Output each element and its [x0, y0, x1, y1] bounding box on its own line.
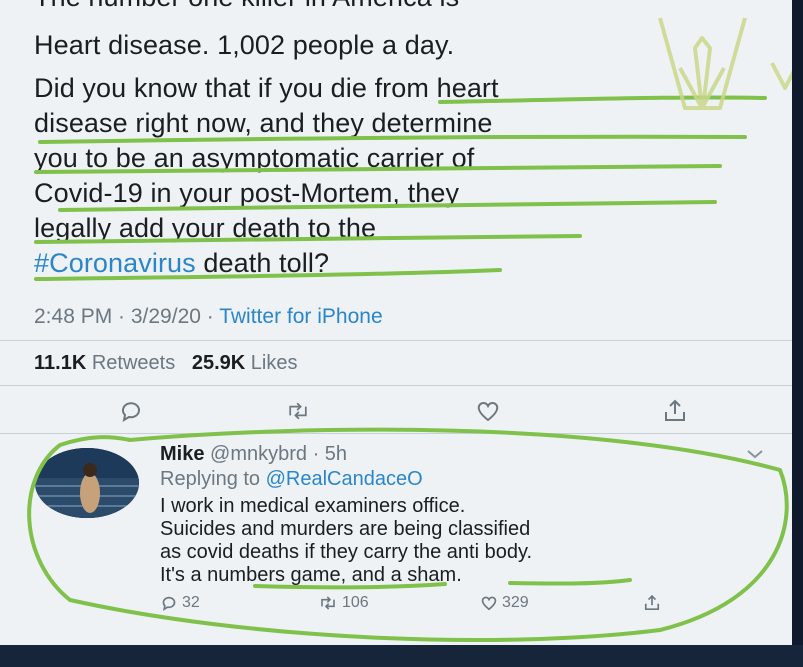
reply-icon [162, 596, 176, 611]
like-icon[interactable] [475, 398, 501, 424]
window-edge [792, 0, 803, 667]
reply-text-line-4: It's a numbers game, and a sham. [160, 564, 462, 586]
reply-share-action[interactable] [643, 594, 661, 612]
reply-text-line-3: as covid deaths if they carry the anti b… [160, 541, 533, 563]
likes-label[interactable]: Likes [245, 352, 298, 374]
reply-text-line-1: I work in medical examiners office. [160, 495, 466, 517]
replying-to-prefix: Replying to [160, 468, 266, 490]
tweet-text-line-3: Did you know that if you die from heart [34, 73, 499, 103]
reply-text-line-2: Suicides and murders are being classifie… [160, 518, 531, 540]
reply-handle-time[interactable]: @mnkybrd · 5h [204, 443, 347, 465]
share-icon[interactable] [662, 398, 688, 424]
divider [0, 385, 803, 386]
reply-retweet-count: 106 [342, 594, 369, 611]
tweet-text-line-8: #Coronavirus death toll? [34, 248, 329, 279]
watermark-logo [658, 17, 800, 110]
share-icon [644, 594, 660, 611]
reply-like-action[interactable]: 329 [480, 594, 529, 612]
tweet-text-line-4: disease right now, and they determine [34, 108, 493, 138]
tweet-source-link[interactable]: Twitter for iPhone [219, 305, 382, 328]
avatar[interactable] [35, 448, 139, 518]
reply-icon[interactable] [118, 398, 144, 424]
window-bottom-bar [0, 645, 803, 667]
reply-author-name[interactable]: Mike [160, 443, 204, 465]
retweets-count[interactable]: 11.1K [34, 352, 86, 374]
tweet-text-line-2: Heart disease. 1,002 people a day. [34, 30, 455, 60]
chevron-down-icon[interactable] [745, 447, 765, 461]
avatar-photo [35, 448, 139, 518]
screenshot-page: The number one killer in America is Hear… [0, 0, 803, 667]
replying-to-handle[interactable]: @RealCandaceO [266, 468, 423, 490]
tweet-text-line-5: you to be an asymptomatic carrier of [34, 143, 475, 173]
tweet-time: 2:48 PM · 3/29/20 · [34, 305, 220, 328]
divider [0, 340, 803, 341]
tweet-text-line-8-rest: death toll? [195, 248, 330, 278]
tweet-text-line-6: Covid-19 in your post-Mortem, they [34, 178, 460, 208]
reply-like-count: 329 [502, 594, 529, 611]
tweet-stats: 11.1K Retweets 25.9K Likes [34, 352, 298, 375]
retweets-label[interactable]: Retweets [86, 352, 175, 374]
like-icon [481, 596, 497, 611]
hashtag-link[interactable]: #Coronavirus [34, 248, 196, 278]
retweet-icon [321, 596, 335, 610]
divider [0, 433, 803, 434]
reply-header: Mike @mnkybrd · 5h [160, 443, 347, 466]
replying-to: Replying to @RealCandaceO [160, 468, 423, 491]
retweet-icon[interactable] [285, 398, 311, 424]
likes-count[interactable]: 25.9K [192, 352, 245, 374]
reply-reply-action[interactable]: 32 [160, 594, 200, 612]
tweet-text-line-7: legally add your death to the [34, 213, 377, 243]
tweet-text-line-1: The number one killer in America is [34, 0, 459, 13]
tweet-timestamp: 2:48 PM · 3/29/20 · Twitter for iPhone [34, 305, 383, 329]
reply-reply-count: 32 [182, 594, 200, 611]
reply-retweet-action[interactable]: 106 [318, 594, 369, 612]
